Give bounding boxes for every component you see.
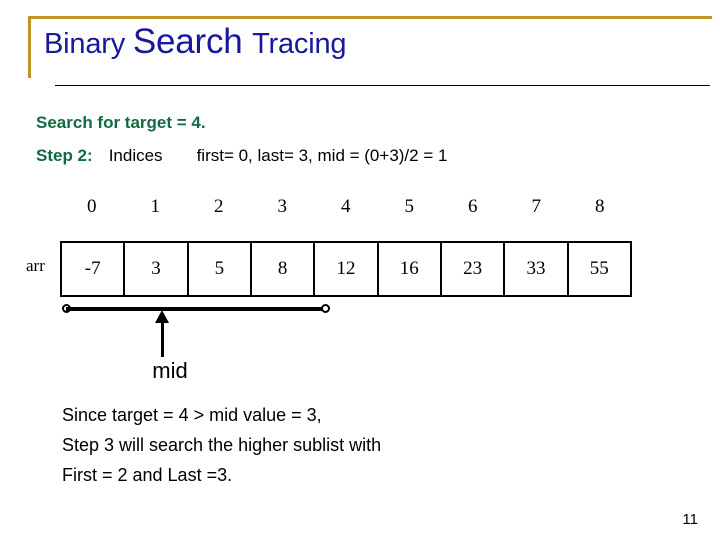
arrow-shaft	[161, 321, 164, 357]
array-cell: 23	[442, 243, 506, 295]
conclusion-line: Step 3 will search the higher sublist wi…	[62, 435, 382, 455]
array-cell: -7	[62, 243, 126, 295]
array-name-label: arr	[26, 256, 45, 275]
array-index-label: 0	[87, 196, 97, 217]
array-index-label: 7	[531, 196, 542, 217]
indices-label: Indices	[108, 146, 163, 165]
array-index-label: 2	[214, 196, 224, 217]
search-target-line: Search for target = 4.	[36, 113, 206, 132]
array-cell: 3	[125, 243, 189, 295]
title-part-binary: Binary	[44, 28, 133, 60]
title-accent-top-rule	[28, 16, 712, 19]
conclusion-text: Since target = 4 > mid value = 3, Step 3…	[62, 400, 662, 490]
title-divider	[55, 85, 710, 86]
title-accent-left-rule	[28, 16, 31, 78]
page-title: Binary Search Tracing	[44, 22, 347, 61]
array-cell: 12	[315, 243, 379, 295]
conclusion-line: Since target = 4 > mid value = 3,	[62, 405, 322, 425]
range-end-marker	[321, 304, 330, 313]
array-cells: -7 3 5 8 12 16 23 33 55	[60, 241, 632, 297]
title-part-tracing: Tracing	[252, 28, 347, 60]
array-index-label: 6	[468, 196, 478, 217]
array-diagram: 0 1 2 3 4 5 6 7 8 arr -7 3 5 8 12 16 23 …	[0, 196, 720, 396]
array-cell: 16	[379, 243, 442, 295]
array-index-row: 0 1 2 3 4 5 6 7 8	[60, 196, 632, 224]
array-cell: 5	[189, 243, 252, 295]
array-index-label: 3	[277, 196, 288, 217]
title-part-search: Search	[132, 22, 253, 61]
bounds-label: first= 0, last= 3, mid = (0+3)/2 = 1	[196, 146, 448, 165]
mid-pointer: mid	[140, 308, 200, 394]
array-cell: 8	[252, 243, 316, 295]
array-cell: 33	[505, 243, 569, 295]
array-cell: 55	[589, 258, 609, 279]
array-index-label: 8	[595, 196, 605, 217]
array-index-label: 4	[341, 196, 351, 217]
page-number: 11	[682, 511, 698, 528]
conclusion-line: First = 2 and Last =3.	[62, 465, 233, 485]
slide-title-area: Binary Search Tracing	[0, 0, 720, 96]
step-info-line: Step 2: Indices first= 0, last= 3, mid = (…	[36, 146, 447, 166]
step-label: Step 2:	[36, 146, 93, 165]
mid-pointer-label: mid	[152, 358, 188, 383]
array-index-label: 5	[404, 196, 415, 217]
array-index-label: 1	[150, 196, 161, 217]
